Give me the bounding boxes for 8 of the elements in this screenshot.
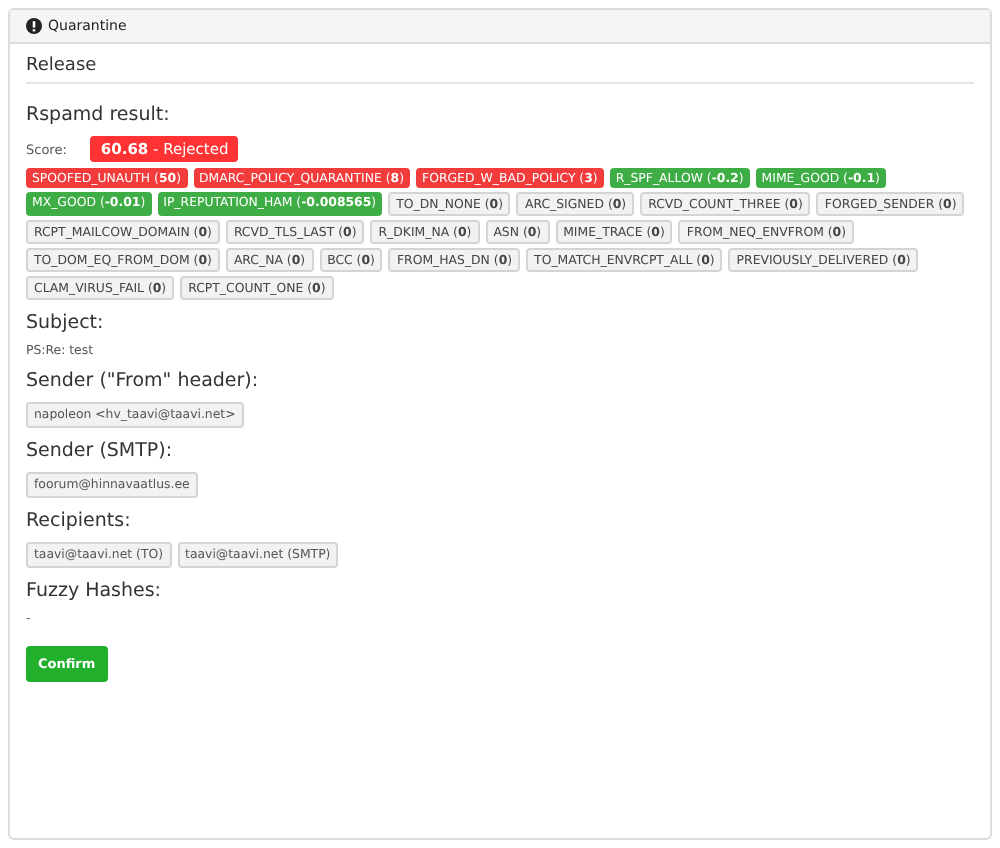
field-heading: Sender (SMTP): (26, 440, 175, 462)
field-heading: Sender ("From" header): (26, 370, 261, 392)
info-icon (26, 18, 42, 34)
field-heading: Subject: (26, 312, 106, 334)
field-heading: Fuzzy Hashes: (26, 580, 164, 602)
section-title: Release (26, 56, 974, 84)
section-heading: Rspamd result: (26, 104, 172, 126)
field-heading: Recipients: (26, 510, 133, 532)
